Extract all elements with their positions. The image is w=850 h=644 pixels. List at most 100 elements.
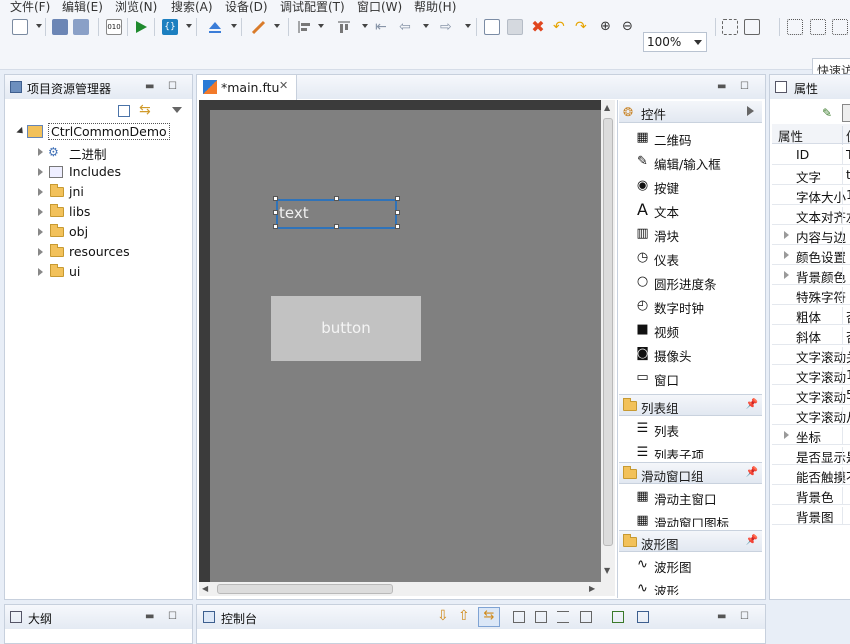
- tree-item-binaries[interactable]: ⚙ 二进制: [5, 142, 195, 162]
- resize-handle[interactable]: [334, 196, 339, 201]
- paste-icon[interactable]: [507, 19, 523, 35]
- property-value[interactable]: t: [842, 167, 850, 184]
- property-row[interactable]: 文字滚动5: [772, 385, 850, 405]
- tab-main-ftu[interactable]: *main.ftu ✕: [197, 75, 297, 100]
- property-row[interactable]: 文字滚动从: [772, 405, 850, 425]
- minimize-icon[interactable]: ▬: [145, 81, 154, 92]
- collapsed-arrow-icon[interactable]: [38, 168, 43, 176]
- maximize-icon[interactable]: ☐: [168, 611, 177, 622]
- tree-item-jni[interactable]: jni: [5, 182, 195, 202]
- edit-icon[interactable]: ✎: [822, 106, 836, 120]
- tree-item-includes[interactable]: Includes: [5, 162, 195, 182]
- debug-icon[interactable]: {}: [162, 19, 178, 35]
- collapsed-arrow-icon[interactable]: [38, 148, 43, 156]
- property-row[interactable]: 颜色设置: [772, 245, 850, 265]
- property-row[interactable]: 背景色: [772, 485, 850, 505]
- property-value[interactable]: [842, 507, 846, 524]
- minimize-icon[interactable]: ▬: [717, 611, 726, 622]
- palette-item-window[interactable]: ▭ 窗口: [619, 366, 759, 390]
- palette-item-list[interactable]: ☰ 列表: [619, 417, 759, 441]
- tree-item-obj[interactable]: obj: [5, 222, 195, 242]
- distribute-v-icon[interactable]: [810, 19, 826, 35]
- resize-handle[interactable]: [273, 210, 278, 215]
- property-value[interactable]: T: [842, 147, 850, 164]
- wand-icon[interactable]: [251, 19, 267, 35]
- property-value[interactable]: 1: [842, 187, 850, 204]
- link-editor-icon[interactable]: ⇆: [139, 102, 151, 118]
- property-row[interactable]: 能否触摸不: [772, 465, 850, 485]
- palette-item-wave[interactable]: ∿ 波形: [619, 577, 759, 595]
- resize-handle[interactable]: [273, 196, 278, 201]
- property-value[interactable]: 5: [842, 387, 850, 404]
- binary-icon[interactable]: 010: [106, 19, 122, 35]
- scroll-down-icon[interactable]: ▼: [604, 566, 610, 575]
- palette-item-circle-progress[interactable]: ○ 圆形进度条: [619, 270, 759, 294]
- link-icon[interactable]: ⇆: [478, 607, 500, 627]
- property-row[interactable]: 文字滚动关: [772, 345, 850, 365]
- property-row[interactable]: 特殊字符: [772, 285, 850, 305]
- open-console-icon[interactable]: [612, 611, 624, 623]
- scroll-left-icon[interactable]: ◀: [202, 584, 208, 593]
- expand-arrow-icon[interactable]: [784, 431, 789, 439]
- palette-section-slidewindow[interactable]: 滑动窗口组 📌: [619, 462, 762, 484]
- resize-handle[interactable]: [273, 224, 278, 229]
- new-icon[interactable]: [12, 19, 28, 35]
- resize-handle[interactable]: [395, 210, 400, 215]
- scroll-thumb[interactable]: [603, 118, 613, 546]
- tree-item-ui[interactable]: ui: [5, 262, 195, 282]
- menu-device[interactable]: 设备(D): [225, 0, 268, 14]
- zoom-select[interactable]: 100%: [643, 32, 707, 52]
- scroll-up-icon[interactable]: ▲: [604, 103, 610, 112]
- redo-icon[interactable]: ↷: [575, 19, 591, 35]
- palette-item-qrcode[interactable]: ▦ 二维码: [619, 126, 759, 150]
- up-arrow-icon[interactable]: ⇧: [458, 608, 470, 624]
- run-icon[interactable]: [133, 19, 149, 35]
- property-value[interactable]: 关: [842, 347, 850, 364]
- property-row[interactable]: 是否显示是: [772, 445, 850, 465]
- menu-file[interactable]: 文件(F): [10, 0, 50, 14]
- collapsed-arrow-icon[interactable]: [38, 268, 43, 276]
- property-value[interactable]: 1: [842, 367, 850, 384]
- property-value[interactable]: 否: [842, 327, 850, 344]
- expanded-arrow-icon[interactable]: [16, 126, 26, 137]
- scroll-lock-icon[interactable]: [557, 611, 569, 623]
- down-arrow-icon[interactable]: ⇩: [437, 608, 449, 624]
- expand-arrow-icon[interactable]: [784, 271, 789, 279]
- property-value[interactable]: [842, 227, 846, 244]
- property-row[interactable]: 背景颜色: [772, 265, 850, 285]
- palette-item-button[interactable]: ◉ 按键: [619, 174, 759, 198]
- screen-canvas[interactable]: text button: [210, 110, 601, 582]
- maximize-icon[interactable]: ☐: [740, 611, 749, 622]
- remove-icon[interactable]: [580, 611, 592, 623]
- palette-item-slider[interactable]: ▥ 滑块: [619, 222, 759, 246]
- property-row[interactable]: 文字滚动1: [772, 365, 850, 385]
- property-row[interactable]: 文本对齐左: [772, 205, 850, 225]
- maximize-icon[interactable]: ☐: [740, 81, 749, 92]
- menu-debug-config[interactable]: 调试配置(T): [280, 0, 345, 14]
- copy-icon[interactable]: [484, 19, 500, 35]
- view-menu-icon[interactable]: [172, 107, 182, 113]
- select-icon[interactable]: [744, 19, 760, 35]
- palette-section-list[interactable]: 列表组 📌: [619, 394, 762, 416]
- editor-hscrollbar[interactable]: ◀ ▶: [199, 582, 615, 596]
- back-icon[interactable]: ⇤: [375, 19, 391, 35]
- save-all-icon[interactable]: [73, 19, 89, 35]
- hscroll-thumb[interactable]: [217, 584, 393, 594]
- palette-item-list-item[interactable]: ☰ 列表子项: [619, 441, 759, 459]
- palette-item-video[interactable]: ■ 视频: [619, 318, 759, 342]
- resize-handle[interactable]: [334, 224, 339, 229]
- property-value[interactable]: [842, 487, 846, 504]
- properties-toolbar-button[interactable]: [842, 104, 850, 122]
- minimize-icon[interactable]: ▬: [717, 81, 726, 92]
- palette-item-slide-main[interactable]: ▦ 滑动主窗口: [619, 485, 759, 509]
- grid-icon[interactable]: [722, 19, 738, 35]
- editor-vscrollbar[interactable]: ▲ ▼: [601, 100, 615, 582]
- pin-console-icon[interactable]: [513, 611, 525, 623]
- property-row[interactable]: 斜体 否: [772, 325, 850, 345]
- property-value[interactable]: 不: [842, 467, 850, 484]
- delete-icon[interactable]: ✖: [530, 19, 546, 35]
- property-row[interactable]: 背景图: [772, 505, 850, 525]
- pin-icon[interactable]: 📌: [746, 535, 758, 546]
- pin-icon[interactable]: 📌: [746, 399, 758, 410]
- collapsed-arrow-icon[interactable]: [38, 228, 43, 236]
